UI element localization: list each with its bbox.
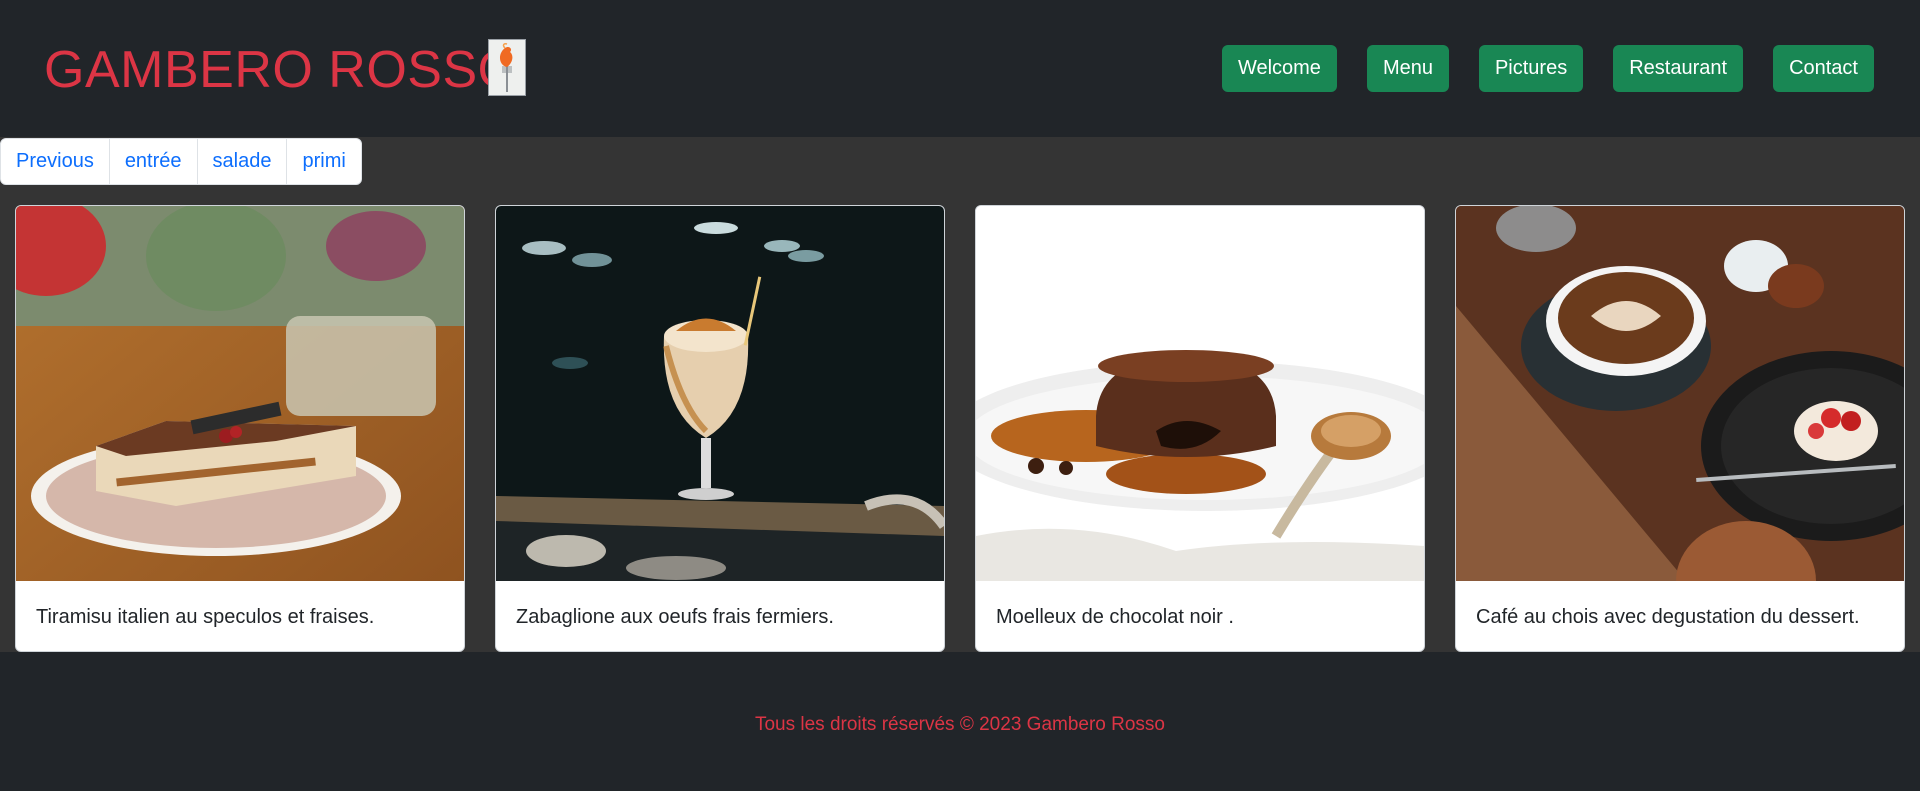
nav-pictures-button[interactable]: Pictures bbox=[1478, 45, 1584, 92]
pagination-primi[interactable]: primi bbox=[287, 139, 360, 184]
pagination: Previous entrée salade primi bbox=[0, 138, 362, 185]
nav-menu-button[interactable]: Menu bbox=[1366, 45, 1449, 92]
card-caption: Zabaglione aux oeufs frais fermiers. bbox=[516, 606, 834, 628]
site-footer: Tous les droits réservés © 2023 Gambero … bbox=[0, 652, 1920, 791]
pagination-previous[interactable]: Previous bbox=[1, 139, 110, 184]
zabaglione-glass-image bbox=[496, 206, 944, 581]
chocolate-lava-cake-image bbox=[976, 206, 1424, 581]
shrimp-fork-logo-icon bbox=[488, 39, 526, 96]
pagination-entree[interactable]: entrée bbox=[110, 139, 198, 184]
nav-contact-button[interactable]: Contact bbox=[1773, 45, 1874, 92]
pagination-salade[interactable]: salade bbox=[198, 139, 288, 184]
card-caption: Tiramisu italien au speculos et fraises. bbox=[36, 606, 375, 628]
card-zabaglione[interactable]: Zabaglione aux oeufs frais fermiers. bbox=[495, 205, 945, 652]
card-caption: Café au chois avec degustation du desser… bbox=[1476, 606, 1860, 628]
card-chocolate[interactable]: Moelleux de chocolat noir . bbox=[975, 205, 1425, 652]
dessert-cards: Tiramisu italien au speculos et fraises. bbox=[15, 205, 1905, 652]
nav-welcome-button[interactable]: Welcome bbox=[1221, 45, 1337, 92]
main-content: Previous entrée salade primi Tiramisu it… bbox=[0, 137, 1920, 652]
nav-restaurant-button[interactable]: Restaurant bbox=[1613, 45, 1744, 92]
main-nav: Welcome Menu Pictures Restaurant Contact bbox=[1221, 45, 1874, 92]
brand-title[interactable]: GAMBERO ROSSO bbox=[44, 40, 519, 100]
tiramisu-image bbox=[16, 206, 464, 581]
site-header: GAMBERO ROSSO Welcome Menu Pictures Rest… bbox=[0, 0, 1920, 137]
copyright-text: Tous les droits réservés © 2023 Gambero … bbox=[754, 714, 1165, 735]
card-coffee[interactable]: Café au chois avec degustation du desser… bbox=[1455, 205, 1905, 652]
card-caption: Moelleux de chocolat noir . bbox=[996, 606, 1234, 628]
card-tiramisu[interactable]: Tiramisu italien au speculos et fraises. bbox=[15, 205, 465, 652]
coffee-and-dessert-image bbox=[1456, 206, 1904, 581]
